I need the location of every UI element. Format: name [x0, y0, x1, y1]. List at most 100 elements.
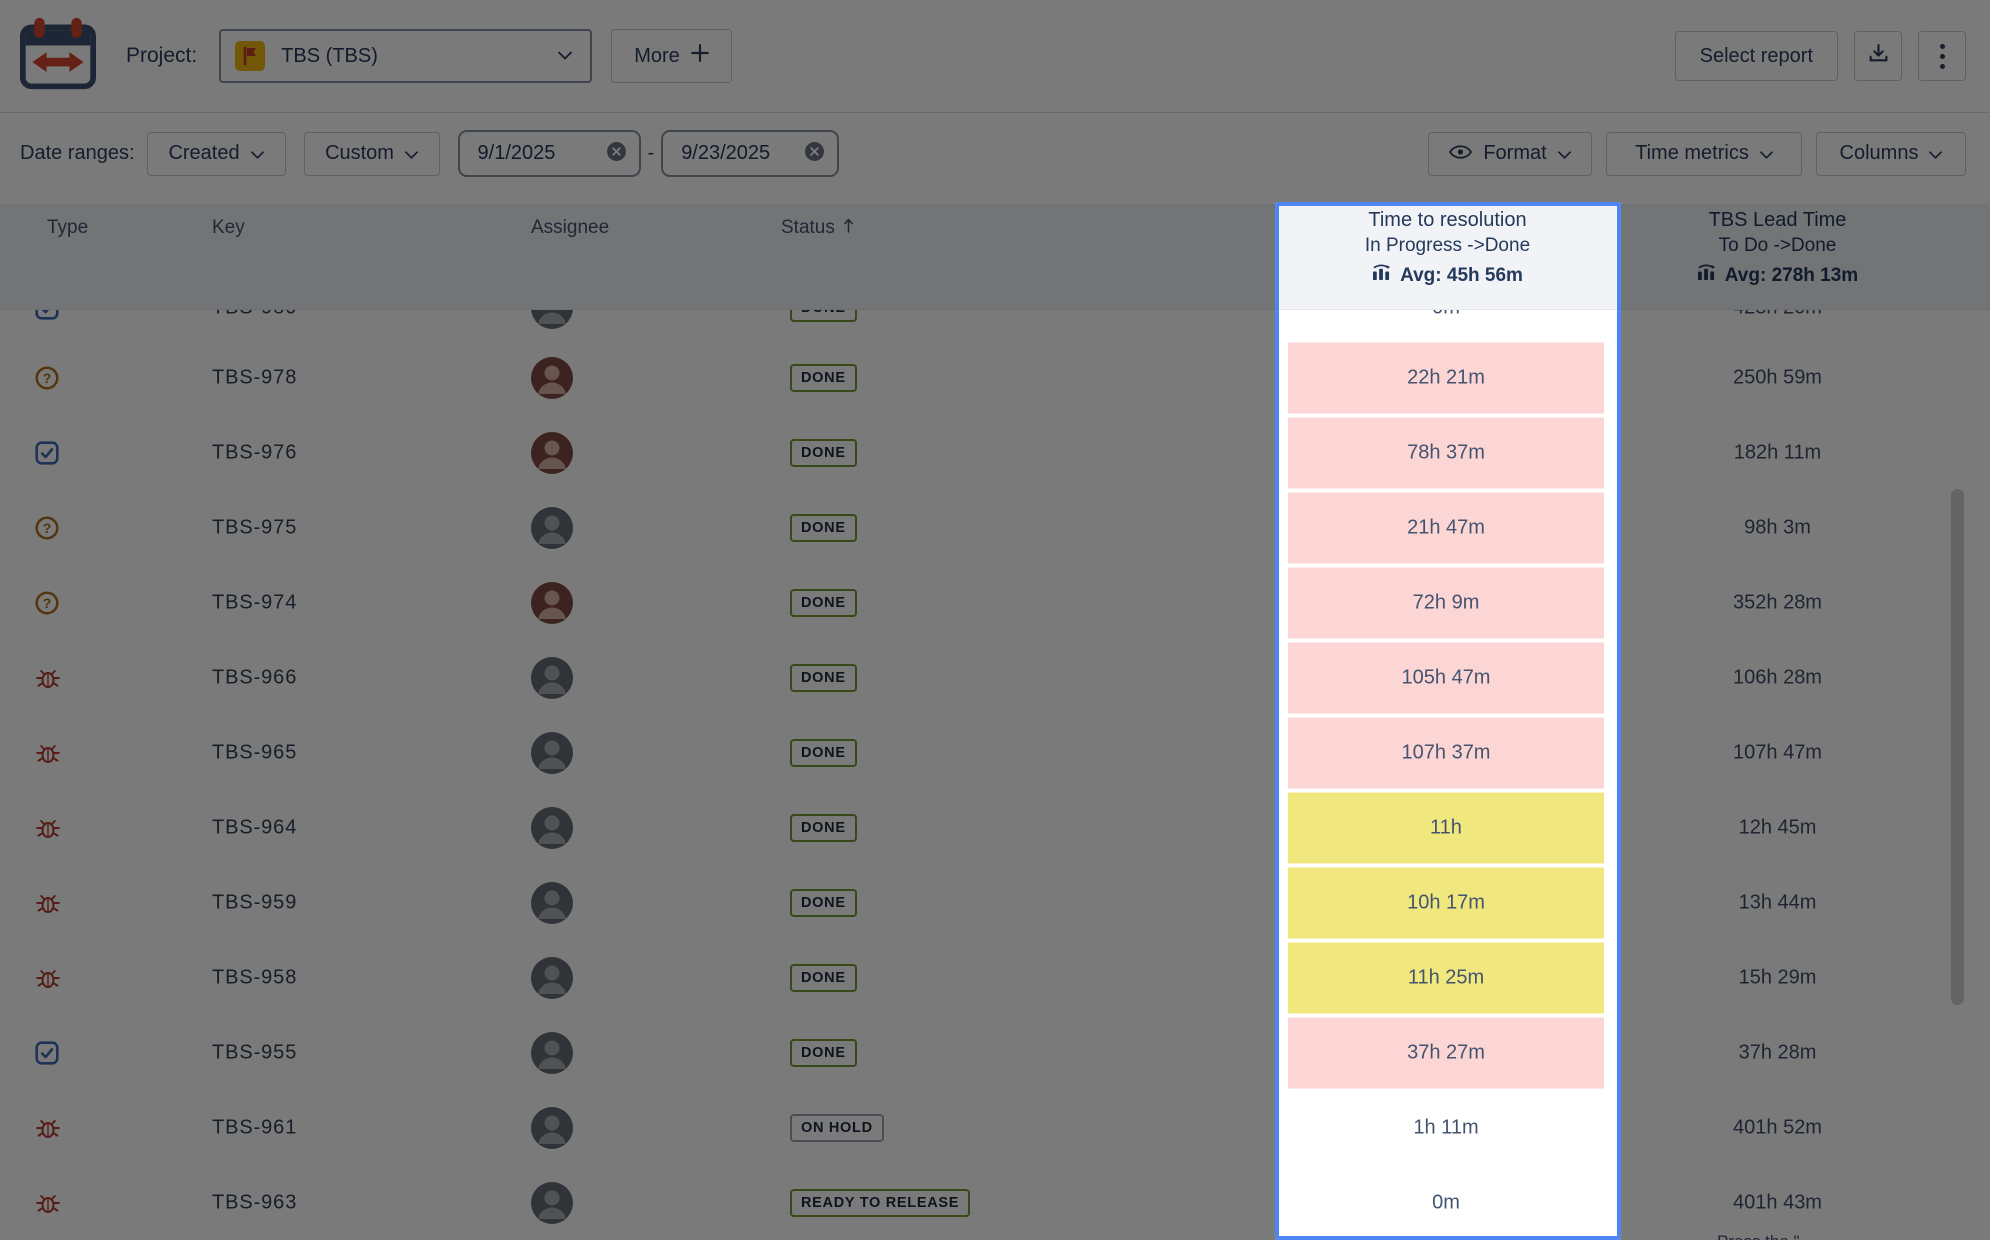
time-to-resolution-value: 78h 37m: [1407, 441, 1485, 463]
time-to-resolution-cell: 21h 47m: [1288, 492, 1604, 563]
partial-tooltip: Press the "...: [1697, 1227, 1990, 1240]
table-row[interactable]: ? TBS-978 DONE 22h 21m 250h 59m: [0, 340, 1990, 415]
table-row[interactable]: ? TBS-974 DONE 72h 9m 352h 28m: [0, 565, 1990, 640]
time-to-resolution-cell: 11h: [1288, 792, 1604, 863]
lead-time-value: 401h 52m: [1733, 1116, 1822, 1138]
issue-key: TBS-959: [212, 891, 298, 913]
status-badge: DONE: [790, 813, 857, 842]
lead-time-value: 15h 29m: [1738, 966, 1817, 988]
question-icon: ?: [34, 364, 62, 392]
column-header-status[interactable]: Status: [781, 217, 854, 239]
assignee-avatar-person-icon: [531, 1106, 573, 1149]
time-to-resolution-cell: 37h 27m: [1288, 1017, 1604, 1088]
question-icon: ?: [34, 514, 62, 542]
column-header-type[interactable]: Type: [47, 217, 88, 239]
lead-time-value: 106h 28m: [1733, 666, 1822, 688]
table-row[interactable]: TBS-965 DONE 107h 37m 107h 47m: [0, 715, 1990, 790]
status-header-label: Status: [781, 217, 835, 238]
lead-time-value: 13h 44m: [1738, 891, 1817, 913]
table-row[interactable]: TBS-958 DONE 11h 25m 15h 29m: [0, 940, 1990, 1015]
bar-chart-trend-icon: [1372, 264, 1391, 287]
status-badge: DONE: [790, 438, 857, 467]
partial-tooltip-text: Press the "...: [1717, 1232, 1814, 1240]
bar-chart-trend-icon: [1697, 264, 1716, 287]
assignee-avatar-person-icon: [531, 1181, 573, 1224]
table-row[interactable]: TBS-959 DONE 10h 17m 13h 44m: [0, 865, 1990, 940]
lead-time-value: 107h 47m: [1733, 741, 1822, 763]
lead-time-value: 182h 11m: [1733, 441, 1822, 463]
lead-time-value: 401h 43m: [1733, 1191, 1822, 1213]
status-badge: DONE: [790, 663, 857, 692]
column-subtitle: In Progress ->Done: [1364, 235, 1531, 256]
issue-key: TBS-964: [212, 816, 298, 838]
time-to-resolution-cell: 22h 21m: [1288, 342, 1604, 413]
time-to-resolution-value: 11h: [1430, 816, 1462, 838]
time-to-resolution-cell: 11h 25m: [1288, 942, 1604, 1013]
time-to-resolution-value: 72h 9m: [1412, 591, 1480, 613]
task-icon: [34, 439, 62, 467]
lead-time-column-header[interactable]: TBS Lead Time To Do ->Done Avg: 278h 13m: [1607, 209, 1948, 287]
table-row[interactable]: TBS-955 DONE 37h 27m 37h 28m: [0, 1015, 1990, 1090]
assignee-avatar-person-icon: [531, 881, 573, 924]
table-header: Type Key Assignee Status Time to resolut…: [0, 204, 1990, 310]
status-badge: DONE: [790, 513, 857, 542]
question-icon: ?: [34, 589, 62, 617]
issue-key: TBS-958: [212, 966, 298, 988]
bug-icon: [34, 664, 62, 692]
vertical-scrollbar-thumb[interactable]: [1951, 489, 1964, 1005]
issue-key: TBS-976: [212, 441, 298, 463]
issue-key: TBS-965: [212, 741, 298, 763]
table-row[interactable]: TBS-976 DONE 78h 37m 182h 11m: [0, 415, 1990, 490]
time-to-resolution-value: 105h 47m: [1401, 666, 1491, 688]
table-row[interactable]: TBS-964 DONE 11h 12h 45m: [0, 790, 1990, 865]
time-to-resolution-cell: 105h 47m: [1288, 642, 1604, 713]
assignee-avatar-person-icon: [531, 431, 573, 474]
time-to-resolution-value: 0m: [1432, 1191, 1460, 1213]
status-badge: DONE: [790, 363, 857, 392]
time-to-resolution-value: 21h 47m: [1407, 516, 1485, 538]
table-row[interactable]: TBS-961 ON HOLD 1h 11m 401h 52m: [0, 1090, 1990, 1165]
table-row[interactable]: TBS-966 DONE 105h 47m 106h 28m: [0, 640, 1990, 715]
column-title: TBS Lead Time: [1708, 209, 1847, 231]
table-row[interactable]: ? TBS-975 DONE 21h 47m 98h 3m: [0, 490, 1990, 565]
assignee-avatar-person-icon: [531, 956, 573, 999]
column-title: Time to resolution: [1368, 209, 1527, 231]
status-badge: DONE: [790, 588, 857, 617]
column-header-assignee[interactable]: Assignee: [531, 217, 609, 239]
issue-key: TBS-975: [212, 516, 298, 538]
time-to-resolution-value: 22h 21m: [1407, 366, 1485, 388]
issue-key: TBS-963: [212, 1191, 298, 1213]
status-badge: ON HOLD: [790, 1113, 884, 1142]
assignee-avatar-person-icon: [531, 356, 573, 399]
status-badge: DONE: [790, 888, 857, 917]
sort-arrow-up-icon: [843, 217, 854, 239]
issue-key: TBS-955: [212, 1041, 298, 1063]
bug-icon: [34, 1114, 62, 1142]
time-to-resolution-value: 10h 17m: [1407, 891, 1485, 913]
table-row[interactable]: TBS-963 READY TO RELEASE 0m 401h 43m: [0, 1165, 1990, 1240]
time-to-resolution-cell: 78h 37m: [1288, 417, 1604, 488]
status-badge: READY TO RELEASE: [790, 1188, 971, 1217]
time-to-resolution-cell: 10h 17m: [1288, 867, 1604, 938]
bug-icon: [34, 1189, 62, 1217]
issue-key: TBS-966: [212, 666, 298, 688]
task-icon: [34, 1039, 62, 1067]
lead-time-value: 352h 28m: [1733, 591, 1822, 613]
assignee-avatar-person-icon: [531, 806, 573, 849]
time-to-resolution-cell: 0m: [1288, 1167, 1604, 1238]
time-to-resolution-column-header[interactable]: Time to resolution In Progress ->Done Av…: [1277, 209, 1618, 287]
time-to-resolution-cell: 1h 11m: [1288, 1092, 1604, 1163]
column-average: Avg: 278h 13m: [1724, 264, 1859, 286]
assignee-avatar-person-icon: [531, 581, 573, 624]
column-header-key[interactable]: Key: [212, 217, 245, 239]
lead-time-value: 12h 45m: [1738, 816, 1817, 838]
assignee-avatar-person-icon: [531, 1031, 573, 1074]
lead-time-value: 250h 59m: [1733, 366, 1822, 388]
time-to-resolution-value: 1h 11m: [1413, 1116, 1479, 1138]
lead-time-value: 98h 3m: [1744, 516, 1811, 538]
lead-time-value: 37h 28m: [1738, 1041, 1817, 1063]
assignee-avatar-person-icon: [531, 731, 573, 774]
time-to-resolution-value: 11h 25m: [1407, 966, 1485, 988]
bug-icon: [34, 889, 62, 917]
time-to-resolution-value: 107h 37m: [1401, 741, 1491, 763]
